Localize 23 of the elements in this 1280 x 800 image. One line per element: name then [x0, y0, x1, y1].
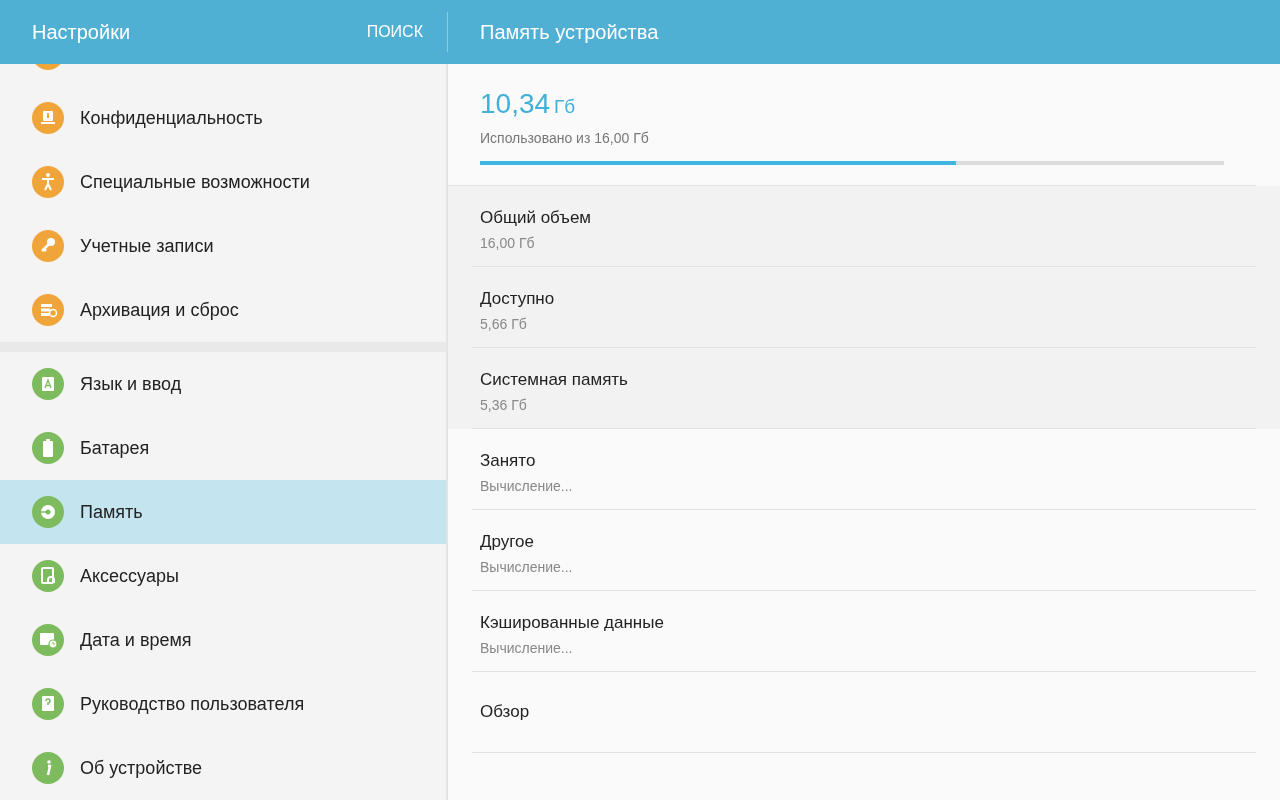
sidebar-item[interactable]: Дата и время [0, 608, 446, 672]
sidebar-item[interactable]: Конфиденциальность [0, 86, 446, 150]
storage-row[interactable]: Кэшированные данные Вычисление... [448, 590, 1280, 672]
storage-row[interactable]: Занято Вычисление... [448, 428, 1280, 510]
sidebar-item[interactable]: Учетные записи [0, 214, 446, 278]
sidebar-item[interactable]: Батарея [0, 416, 446, 480]
sidebar-item[interactable]: Язык и ввод [0, 352, 446, 416]
storage-row[interactable]: Обзор [448, 671, 1280, 753]
usage-caption: Использовано из 16,00 Гб [480, 128, 650, 148]
sidebar-item[interactable]: Специальные возможности [0, 150, 446, 214]
storage-row: Системная память 5,36 Гб [448, 347, 1280, 429]
storage-row: Доступно 5,66 Гб [448, 266, 1280, 348]
sidebar-item[interactable]: Аксессуары [0, 544, 446, 608]
sidebar-item[interactable]: Память [0, 480, 446, 544]
sidebar-item[interactable]: Архивация и сброс [0, 278, 446, 342]
page-title: Память устройства [479, 20, 659, 45]
unit-label: Гб [554, 96, 576, 117]
screen-title: Настройки [32, 20, 131, 45]
sidebar-item[interactable]: Об устройстве [0, 736, 446, 800]
used-amount: 10,34 [480, 88, 551, 119]
sidebar-item[interactable]: Руководство пользователя [0, 672, 446, 736]
storage-row: Общий объем 16,00 Гб [448, 185, 1280, 267]
storage-row[interactable]: Другое Вычисление... [448, 509, 1280, 591]
